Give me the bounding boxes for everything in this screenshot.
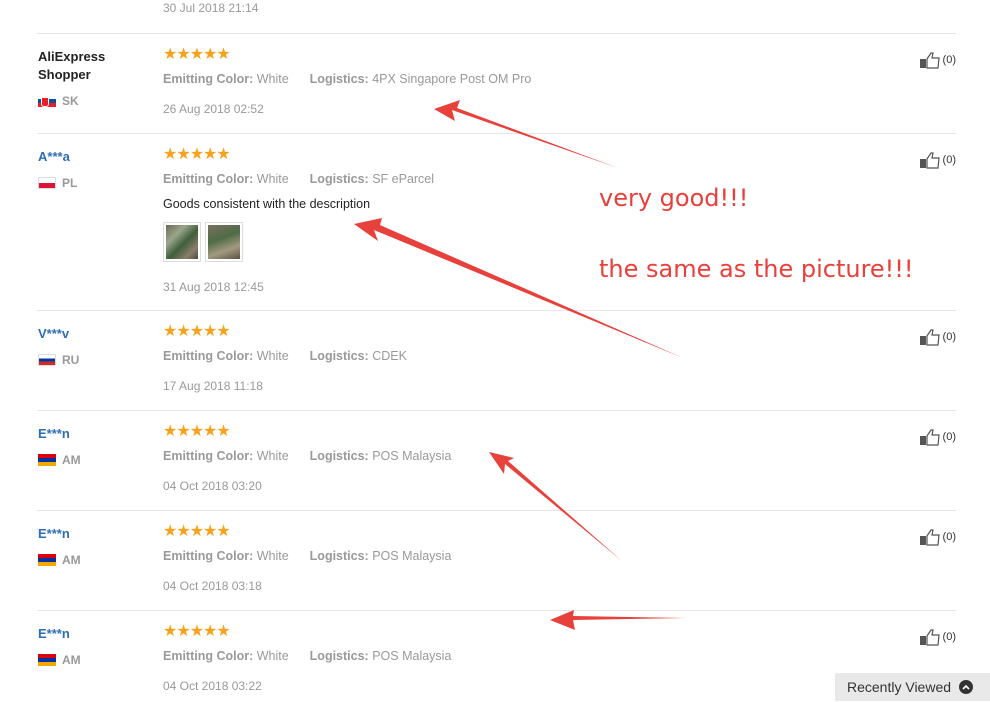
chevron-up-icon: [959, 680, 974, 694]
recently-viewed-label: Recently Viewed: [847, 679, 952, 695]
annotation-arrows: [354, 100, 686, 630]
arrow-4: [550, 610, 686, 630]
annotation-text: the same as the picture!!!: [599, 255, 914, 283]
recently-viewed-button[interactable]: Recently Viewed: [835, 673, 990, 701]
arrow-1: [434, 100, 618, 168]
arrow-2: [354, 218, 683, 358]
arrow-3: [489, 452, 622, 561]
annotation-text: very good!!!: [599, 184, 749, 212]
